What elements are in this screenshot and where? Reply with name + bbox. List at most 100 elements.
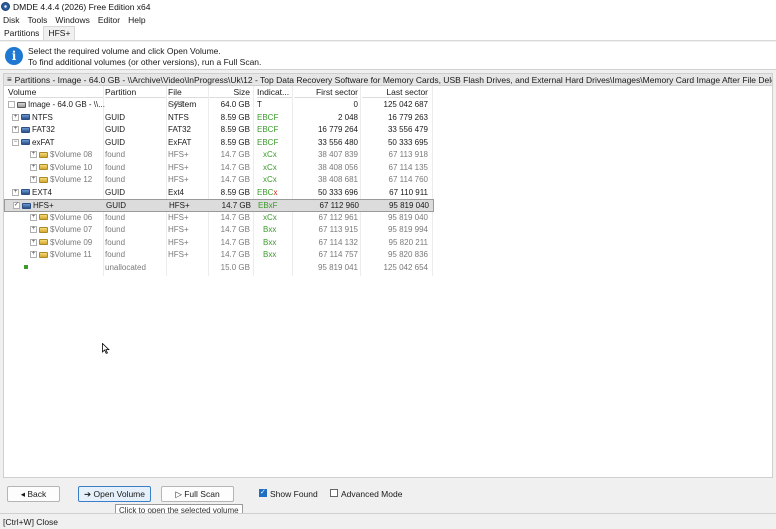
fs-cell: HFS+ — [168, 237, 189, 247]
folder-volume-icon — [39, 214, 48, 221]
collapse-icon[interactable]: ✓ — [13, 202, 20, 210]
menu-tools[interactable]: Tools — [24, 13, 52, 27]
col-header-first-sector[interactable]: First sector — [294, 86, 358, 98]
arrow-left-icon: ◂ — [20, 489, 25, 499]
indicator-cell: EBCF — [257, 112, 279, 122]
back-button[interactable]: ◂ Back — [7, 486, 60, 502]
expand-icon[interactable]: + — [12, 126, 19, 134]
volume-name: Image - 64.0 GB - \\... — [28, 100, 105, 109]
col-header-size[interactable]: Size — [210, 86, 250, 98]
size-cell: 14.7 GB — [220, 150, 250, 159]
first-sector-cell: 67 114 757 — [318, 250, 358, 259]
partitions-panel-header: ≡ Partitions - Image - 64.0 GB - \\Archi… — [3, 73, 773, 86]
table-row[interactable]: + $Volume 06 found HFS+ 14.7 GB xCx 67 11… — [4, 212, 434, 225]
table-row[interactable]: + $Volume 08 found HFS+ 14.7 GB xCx 38 40… — [4, 149, 434, 162]
volume-name: $Volume 07 — [50, 225, 93, 234]
indicator-cell: EBCF — [257, 137, 279, 147]
size-cell: 64.0 GB — [220, 100, 250, 109]
status-close-shortcut[interactable]: [Ctrl+W] Close — [3, 517, 58, 527]
size-cell: 14.7 GB — [220, 212, 250, 222]
open-volume-button[interactable]: ➔ Open Volume — [78, 486, 151, 502]
expand-icon[interactable]: + — [30, 251, 37, 259]
advanced-mode-checkbox[interactable] — [330, 489, 338, 497]
indicator-cell: Bxx — [263, 237, 277, 247]
window-title: DMDE 4.4.4 (2026) Free Edition x64 — [13, 1, 151, 12]
table-row[interactable]: unallocated 15.0 GB 95 819 041 125 042 6… — [4, 262, 434, 275]
menu-editor[interactable]: Editor — [94, 13, 124, 27]
volume-name: HFS+ — [33, 201, 54, 210]
table-row[interactable]: + FAT32 GUID FAT32 8.59 GB EBCF 16 779 26… — [4, 124, 434, 137]
fs-cell: HFS+ — [168, 212, 189, 222]
partition-icon — [21, 126, 30, 133]
table-row[interactable]: + $Volume 09 found HFS+ 14.7 GB Bxx 67 11… — [4, 237, 434, 250]
partition-cell: found — [105, 250, 126, 259]
partitions-table: Volume Partition File System Size Indica… — [3, 86, 773, 478]
fs-cell: HFS+ — [168, 225, 189, 234]
first-sector-cell: 67 113 915 — [318, 225, 358, 234]
folder-volume-icon — [39, 226, 48, 233]
full-scan-button[interactable]: ▷ Full Scan — [161, 486, 234, 502]
volume-cell: + $Volume 06 — [30, 212, 92, 225]
expand-icon[interactable]: + — [30, 226, 37, 234]
fs-cell: HFS+ — [168, 250, 189, 259]
tab-partitions[interactable]: Partitions — [0, 27, 43, 40]
size-cell: 14.7 GB — [220, 162, 250, 172]
expand-icon[interactable]: + — [30, 163, 37, 171]
expand-icon[interactable]: + — [30, 151, 37, 159]
unallocated-icon — [24, 265, 28, 270]
table-row-selected[interactable]: ✓ HFS+ GUID HFS+ 14.7 GB EBxF 67 112 960 … — [4, 199, 434, 212]
fs-cell: FAT32 — [168, 125, 191, 134]
fs-cell: GPT — [168, 100, 185, 109]
open-volume-button-label: Open Volume — [93, 489, 145, 499]
last-sector-cell: 95 819 040 — [387, 212, 428, 222]
partition-cell: GUID — [105, 187, 125, 197]
indicator-cell: Bxx — [263, 250, 277, 259]
indicator-ok: EBC — [257, 187, 274, 197]
table-row[interactable]: + $Volume 07 found HFS+ 14.7 GB Bxx 67 11… — [4, 224, 434, 237]
first-sector-cell: 38 408 056 — [317, 162, 358, 172]
expand-icon[interactable]: + — [30, 176, 37, 184]
volume-cell: − exFAT — [12, 137, 55, 150]
size-cell: 8.59 GB — [220, 125, 250, 134]
show-found-checkbox[interactable] — [259, 488, 267, 497]
expand-icon[interactable]: + — [12, 188, 19, 196]
table-row[interactable]: + $Volume 10 found HFS+ 14.7 GB xCx 38 40… — [4, 162, 434, 175]
table-row[interactable]: + EXT4 GUID Ext4 8.59 GB EBCx 50 333 696 … — [4, 187, 434, 200]
col-header-indicators[interactable]: Indicat... — [257, 86, 293, 98]
indicator-cell: EBCx — [257, 187, 277, 200]
size-cell: 8.59 GB — [220, 137, 250, 147]
last-sector-cell: 67 114 135 — [388, 162, 428, 172]
size-cell: 8.59 GB — [220, 187, 250, 197]
partition-cell: GUID — [105, 125, 125, 134]
partition-cell: GUID — [105, 137, 125, 147]
panel-header-path: Partitions - Image - 64.0 GB - \\Archive… — [14, 74, 772, 85]
col-header-partition[interactable]: Partition — [105, 86, 167, 98]
show-found-label: Show Found — [270, 489, 318, 499]
menu-lines-icon[interactable]: ≡ — [7, 75, 12, 84]
table-row[interactable]: Image - 64.0 GB - \\... GPT 64.0 GB T 0 … — [4, 99, 434, 112]
menu-bar: Disk Tools Windows Editor Help — [0, 13, 776, 27]
expand-icon[interactable]: + — [30, 238, 37, 246]
col-header-volume[interactable]: Volume — [8, 86, 104, 98]
expand-icon[interactable]: + — [12, 113, 19, 121]
tab-hfs-plus[interactable]: HFS+ — [43, 26, 76, 40]
table-row[interactable]: + NTFS GUID NTFS 8.59 GB EBCF 2 048 16 77… — [4, 112, 434, 125]
volume-name: exFAT — [32, 137, 55, 147]
col-header-file-system[interactable]: File System — [168, 86, 210, 109]
menu-disk[interactable]: Disk — [0, 13, 24, 27]
collapse-icon[interactable] — [8, 101, 15, 109]
table-row[interactable]: + $Volume 12 found HFS+ 14.7 GB xCx 38 40… — [4, 174, 434, 187]
menu-windows[interactable]: Windows — [51, 13, 93, 27]
expand-icon[interactable]: + — [30, 213, 37, 221]
size-cell: 14.7 GB — [220, 225, 250, 234]
table-row[interactable]: + $Volume 11 found HFS+ 14.7 GB Bxx 67 11… — [4, 249, 434, 262]
volume-name: $Volume 09 — [50, 237, 93, 247]
table-row[interactable]: − exFAT GUID ExFAT 8.59 GB EBCF 33 556 48… — [4, 137, 434, 150]
collapse-icon[interactable]: − — [12, 138, 19, 146]
volume-name: $Volume 06 — [50, 212, 93, 222]
status-bar: [Ctrl+W] Close — [0, 513, 776, 529]
col-header-last-sector[interactable]: Last sector — [362, 86, 428, 98]
menu-help[interactable]: Help — [124, 13, 149, 27]
indicator-fail: x — [273, 187, 278, 197]
partition-icon — [21, 189, 30, 196]
